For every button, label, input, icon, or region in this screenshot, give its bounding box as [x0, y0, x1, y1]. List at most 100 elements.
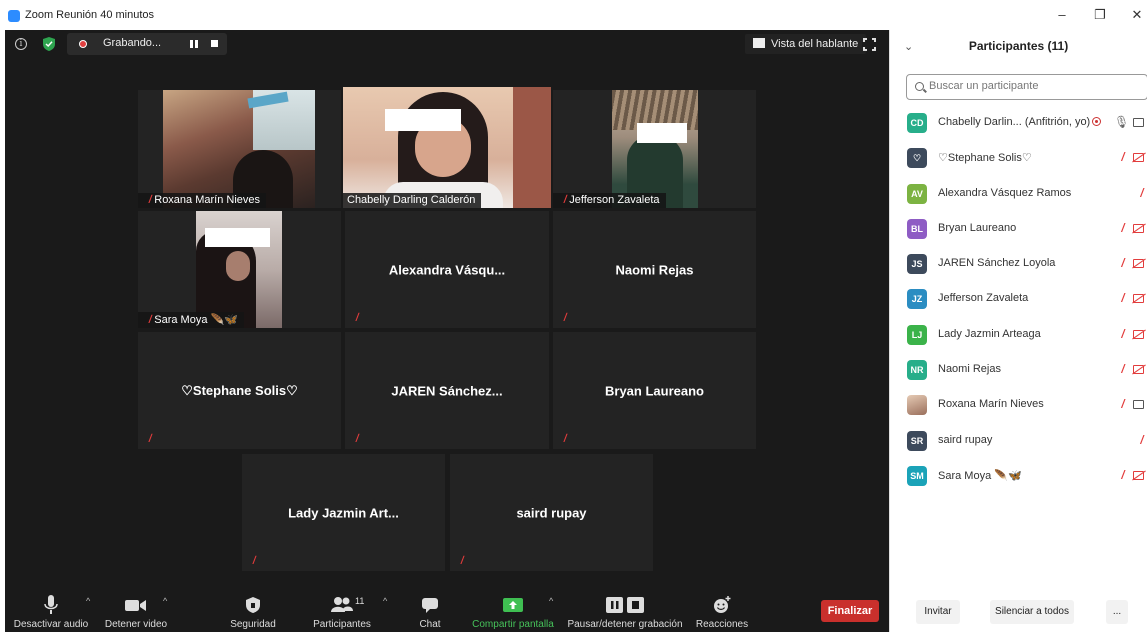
- minimize-button[interactable]: –: [1052, 6, 1072, 24]
- microphone-muted-icon[interactable]: 🎙̸: [1114, 362, 1123, 376]
- video-tile[interactable]: Alexandra Vásqu... 🎙̸: [345, 211, 549, 328]
- tile-name: Chabelly Darling Calderón: [347, 194, 476, 206]
- fullscreen-icon[interactable]: [862, 37, 877, 52]
- chat-button[interactable]: Chat: [410, 590, 450, 632]
- video-tile-active-speaker[interactable]: Chabelly Darling Calderón: [343, 87, 551, 208]
- reactions-button[interactable]: Reacciones: [693, 590, 751, 632]
- mute-audio-label: Desactivar audio: [13, 619, 89, 630]
- face-redaction: [205, 228, 270, 247]
- tile-name: Sara Moya 🪶🦋: [154, 314, 238, 326]
- participants-label: Participantes: [313, 619, 371, 630]
- participant-row[interactable]: ♡ ♡Stephane Solis♡ 🎙̸: [890, 142, 1147, 177]
- security-button[interactable]: Seguridad: [223, 590, 283, 632]
- participant-row[interactable]: AV Alexandra Vásquez Ramos 🎙̸: [890, 178, 1147, 213]
- participant-video: [612, 90, 698, 208]
- video-tile[interactable]: saird rupay 🎙̸: [450, 454, 653, 571]
- mute-all-button[interactable]: Silenciar a todos: [990, 600, 1074, 624]
- participant-row[interactable]: CD Chabelly Darlin... (Anfitrión, yo) 🎙: [890, 107, 1147, 142]
- video-tile[interactable]: 🎙̸ Sara Moya 🪶🦋: [138, 211, 341, 328]
- participants-options-caret-icon[interactable]: ^: [383, 596, 387, 606]
- microphone-muted-icon[interactable]: 🎙̸: [1133, 186, 1142, 200]
- camera-on-icon[interactable]: [1133, 118, 1144, 127]
- camera-off-icon[interactable]: [1133, 153, 1144, 163]
- microphone-muted-icon[interactable]: 🎙̸: [1114, 256, 1123, 270]
- avatar: ♡: [907, 148, 927, 169]
- video-tile[interactable]: 🎙̸ Jefferson Zavaleta: [553, 90, 756, 208]
- pause-recording-icon[interactable]: [189, 39, 199, 49]
- camera-off-icon[interactable]: [1133, 294, 1144, 304]
- microphone-on-icon[interactable]: 🎙: [1114, 115, 1129, 129]
- camera-off-icon[interactable]: [1133, 329, 1144, 339]
- participant-video: [163, 90, 315, 208]
- participant-name: Jefferson Zavaleta: [938, 292, 1029, 305]
- muted-mic-icon: 🎙̸: [454, 555, 463, 567]
- camera-on-icon[interactable]: [1133, 400, 1144, 410]
- pause-stop-recording-button[interactable]: Pausar/detener grabación: [565, 590, 685, 632]
- microphone-muted-icon[interactable]: 🎙̸: [1114, 397, 1123, 411]
- camera-off-icon[interactable]: [1133, 259, 1144, 269]
- muted-mic-icon: 🎙̸: [557, 433, 566, 445]
- participants-icon: [331, 597, 353, 612]
- avatar: SM: [907, 465, 927, 486]
- window-titlebar: Zoom Reunión 40 minutos – ❐ ✕: [0, 0, 1147, 30]
- tile-name: saird rupay: [516, 505, 587, 520]
- tile-namebar: 🎙̸ Sara Moya 🪶🦋: [138, 312, 244, 328]
- camera-off-icon[interactable]: [1133, 365, 1144, 375]
- participant-search-input[interactable]: Buscar un participante: [906, 74, 1147, 100]
- pause-stop-recording-label: Pausar/detener grabación: [567, 619, 683, 630]
- participants-button[interactable]: 11 ^ Participantes: [305, 590, 387, 632]
- end-meeting-button[interactable]: Finalizar: [821, 600, 879, 622]
- microphone-muted-icon[interactable]: 🎙̸: [1114, 221, 1123, 235]
- participants-panel-title: Participantes (11): [968, 39, 1069, 53]
- invite-button[interactable]: Invitar: [916, 600, 960, 624]
- share-screen-button[interactable]: ^ Compartir pantalla: [467, 590, 559, 632]
- participant-row[interactable]: Roxana Marín Nieves 🎙̸: [890, 389, 1147, 424]
- mute-audio-button[interactable]: ^ Desactivar audio: [11, 590, 91, 632]
- participant-row[interactable]: JS JAREN Sánchez Loyola 🎙̸: [890, 248, 1147, 283]
- participant-row[interactable]: SR saird rupay 🎙̸: [890, 425, 1147, 460]
- microphone-muted-icon[interactable]: 🎙̸: [1114, 468, 1123, 482]
- video-tile[interactable]: 🎙̸ Roxana Marín Nieves: [138, 90, 341, 208]
- camera-off-icon[interactable]: [1133, 223, 1144, 233]
- video-options-caret-icon[interactable]: ^: [163, 596, 167, 606]
- avatar: SR: [907, 430, 927, 451]
- stop-recording-icon[interactable]: [211, 40, 218, 47]
- microphone-muted-icon[interactable]: 🎙̸: [1133, 433, 1142, 447]
- speaker-view-label: Vista del hablante: [771, 38, 859, 50]
- stop-video-button[interactable]: ^ Detener video: [101, 590, 171, 632]
- muted-mic-icon: 🎙̸: [557, 194, 566, 206]
- audio-options-caret-icon[interactable]: ^: [86, 596, 90, 606]
- microphone-muted-icon[interactable]: 🎙̸: [1114, 150, 1123, 164]
- participant-row[interactable]: LJ Lady Jazmin Arteaga 🎙̸: [890, 319, 1147, 354]
- camera-off-icon[interactable]: [1133, 470, 1144, 480]
- share-options-caret-icon[interactable]: ^: [549, 596, 553, 606]
- participant-row[interactable]: NR Naomi Rejas 🎙̸: [890, 354, 1147, 389]
- avatar-photo: [907, 395, 927, 416]
- participant-row[interactable]: SM Sara Moya 🪶🦋 🎙̸: [890, 460, 1147, 495]
- maximize-button[interactable]: ❐: [1090, 6, 1110, 24]
- participant-row[interactable]: BL Bryan Laureano 🎙̸: [890, 213, 1147, 248]
- face-redaction: [637, 123, 687, 143]
- avatar: JZ: [907, 289, 927, 310]
- stop-video-label: Detener video: [104, 619, 168, 630]
- close-button[interactable]: ✕: [1127, 6, 1147, 24]
- muted-mic-icon: 🎙̸: [246, 555, 255, 567]
- participant-name: Roxana Marín Nieves: [938, 398, 1044, 411]
- speaker-view-button[interactable]: Vista del hablante: [745, 34, 867, 54]
- video-tile[interactable]: Lady Jazmin Art... 🎙̸: [242, 454, 445, 571]
- meeting-toolbar: ^ Desactivar audio ^ Detener video Segur…: [5, 590, 889, 632]
- tile-name: Alexandra Vásqu...: [388, 262, 506, 277]
- video-tile[interactable]: JAREN Sánchez... 🎙̸: [345, 332, 549, 449]
- video-tile[interactable]: ♡Stephane Solis♡ 🎙̸: [138, 332, 341, 449]
- encryption-shield-icon[interactable]: [43, 37, 55, 51]
- participant-row[interactable]: JZ Jefferson Zavaleta 🎙̸: [890, 283, 1147, 318]
- participants-count: 11: [355, 596, 365, 606]
- video-tile[interactable]: Bryan Laureano 🎙̸: [553, 332, 756, 449]
- video-tile[interactable]: Naomi Rejas 🎙̸: [553, 211, 756, 328]
- participant-name: Alexandra Vásquez Ramos: [938, 186, 1072, 199]
- microphone-muted-icon[interactable]: 🎙̸: [1114, 327, 1123, 341]
- meeting-info-icon[interactable]: i: [15, 38, 27, 50]
- more-options-button[interactable]: ...: [1106, 600, 1128, 624]
- window-title: Zoom Reunión 40 minutos: [25, 9, 155, 21]
- microphone-muted-icon[interactable]: 🎙̸: [1114, 291, 1123, 305]
